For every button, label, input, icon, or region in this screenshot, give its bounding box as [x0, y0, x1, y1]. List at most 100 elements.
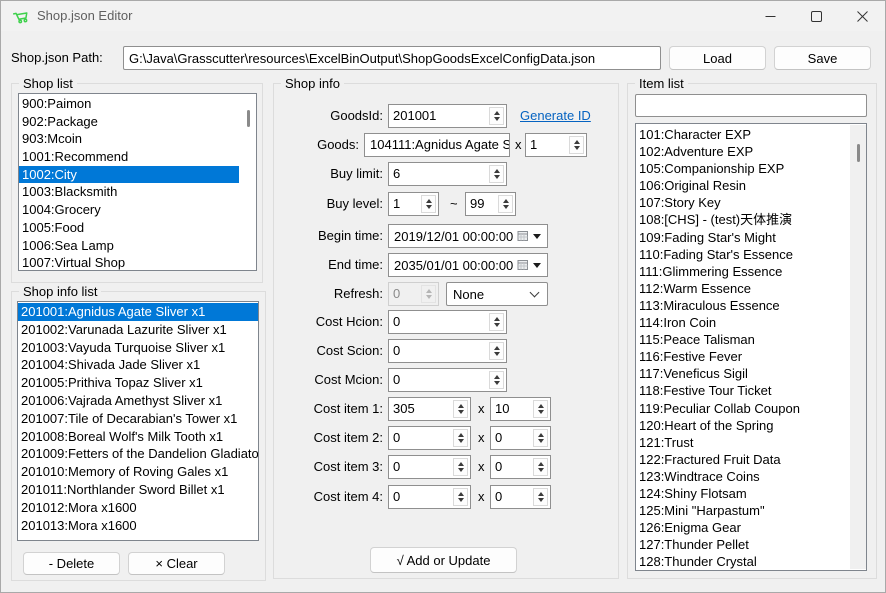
up-down-arrows-icon[interactable] — [533, 400, 548, 418]
cost-hcion-spinner[interactable]: 0 — [388, 310, 507, 334]
generate-id-link[interactable]: Generate ID — [520, 104, 591, 128]
shop-info-list-item[interactable]: 201011:Northlander Sword Billet x1 — [18, 481, 258, 499]
item-list-item[interactable]: 111:Glimmering Essence — [636, 263, 850, 280]
up-down-arrows-icon[interactable] — [489, 371, 504, 389]
cost-item-2-count-spinner[interactable]: 0 — [490, 426, 551, 450]
minimize-button[interactable] — [747, 1, 793, 31]
shop-info-list-item[interactable]: 201006:Vajrada Amethyst Sliver x1 — [18, 392, 258, 410]
item-list-item[interactable]: 124:Shiny Flotsam — [636, 485, 850, 502]
item-list-item[interactable]: 123:Windtrace Coins — [636, 468, 850, 485]
item-search-input[interactable] — [635, 94, 867, 117]
shop-list-item[interactable]: 1006:Sea Lamp — [19, 237, 239, 255]
shop-info-list-item[interactable]: 201007:Tile of Decarabian's Tower x1 — [18, 410, 258, 428]
item-list-item[interactable]: 112:Warm Essence — [636, 280, 850, 297]
shop-info-list-item[interactable]: 201003:Vayuda Turquoise Sliver x1 — [18, 339, 258, 357]
item-list-item[interactable]: 115:Peace Talisman — [636, 331, 850, 348]
item-list-item[interactable]: 121:Trust — [636, 434, 850, 451]
item-list-item[interactable]: 117:Veneficus Sigil — [636, 365, 850, 382]
shop-list-scrollbar[interactable] — [240, 95, 256, 269]
item-list-item[interactable]: 122:Fractured Fruit Data — [636, 451, 850, 468]
scrollbar-thumb[interactable] — [857, 144, 860, 162]
item-list-item[interactable]: 113:Miraculous Essence — [636, 297, 850, 314]
shop-list-item[interactable]: 1003:Blacksmith — [19, 183, 239, 201]
item-list-item[interactable]: 119:Peculiar Collab Coupon — [636, 400, 850, 417]
buy-level-min-spinner[interactable]: 1 — [388, 192, 439, 216]
item-list-item[interactable]: 128:Thunder Crystal — [636, 553, 850, 570]
shop-list-item[interactable]: 1002:City — [19, 166, 239, 184]
shop-list-item[interactable]: 900:Paimon — [19, 95, 239, 113]
buy-limit-spinner[interactable]: 6 — [388, 162, 507, 186]
cost-item-4-id-spinner[interactable]: 0 — [388, 485, 471, 509]
shop-info-list-item[interactable]: 201008:Boreal Wolf's Milk Tooth x1 — [18, 428, 258, 446]
shop-list-item[interactable]: 1007:Virtual Shop — [19, 254, 239, 271]
item-list-item[interactable]: 125:Mini "Harpastum" — [636, 502, 850, 519]
add-or-update-button[interactable]: √ Add or Update — [370, 547, 517, 573]
shop-info-list-item[interactable]: 201005:Prithiva Topaz Sliver x1 — [18, 374, 258, 392]
cost-mcion-spinner[interactable]: 0 — [388, 368, 507, 392]
cost-scion-spinner[interactable]: 0 — [388, 339, 507, 363]
goodsid-spinner[interactable]: 201001 — [388, 104, 507, 128]
goods-combobox[interactable]: 104111:Agnidus Agate Sliver — [364, 133, 510, 157]
shop-info-list[interactable]: 201001:Agnidus Agate Sliver x1201002:Var… — [17, 301, 259, 541]
scrollbar-thumb[interactable] — [247, 110, 250, 127]
maximize-button[interactable] — [793, 1, 839, 31]
cost-item-4-count-spinner[interactable]: 0 — [490, 485, 551, 509]
goods-count-spinner[interactable]: 1 — [525, 133, 587, 157]
shop-info-list-item[interactable]: 201009:Fetters of the Dandelion Gladiato… — [18, 445, 258, 463]
path-input[interactable] — [123, 46, 661, 70]
up-down-arrows-icon[interactable] — [489, 107, 504, 125]
delete-button[interactable]: - Delete — [23, 552, 120, 575]
item-list-item[interactable]: 126:Enigma Gear — [636, 519, 850, 536]
item-list-item[interactable]: 105:Companionship EXP — [636, 160, 850, 177]
up-down-arrows-icon[interactable] — [489, 313, 504, 331]
item-list-item[interactable]: 116:Festive Fever — [636, 348, 850, 365]
shop-list-item[interactable]: 1001:Recommend — [19, 148, 239, 166]
chevron-down-icon[interactable] — [533, 234, 541, 239]
up-down-arrows-icon[interactable] — [533, 429, 548, 447]
cost-item-3-id-spinner[interactable]: 0 — [388, 455, 471, 479]
item-list-item[interactable]: 108:[CHS] - (test)天体推演 — [636, 211, 850, 228]
up-down-arrows-icon[interactable] — [421, 195, 436, 213]
up-down-arrows-icon[interactable] — [498, 195, 513, 213]
up-down-arrows-icon[interactable] — [533, 488, 548, 506]
item-list-item[interactable]: 118:Festive Tour Ticket — [636, 382, 850, 399]
end-time-picker[interactable]: 2035/01/01 00:00:00 — [388, 253, 548, 277]
up-down-arrows-icon[interactable] — [489, 342, 504, 360]
up-down-arrows-icon[interactable] — [453, 458, 468, 476]
clear-button[interactable]: × Clear — [128, 552, 225, 575]
shop-list-item[interactable]: 902:Package — [19, 113, 239, 131]
shop-info-list-item[interactable]: 201013:Mora x1600 — [18, 517, 258, 535]
item-list-item[interactable]: 106:Original Resin — [636, 177, 850, 194]
item-list-item[interactable]: 110:Fading Star's Essence — [636, 246, 850, 263]
up-down-arrows-icon[interactable] — [453, 488, 468, 506]
shop-list[interactable]: 900:Paimon902:Package903:Mcoin1001:Recom… — [18, 93, 257, 271]
up-down-arrows-icon[interactable] — [453, 429, 468, 447]
shop-list-item[interactable]: 1005:Food — [19, 219, 239, 237]
item-list-item[interactable]: 101:Character EXP — [636, 126, 850, 143]
begin-time-picker[interactable]: 2019/12/01 00:00:00 — [388, 224, 548, 248]
shop-info-list-item[interactable]: 201010:Memory of Roving Gales x1 — [18, 463, 258, 481]
item-list[interactable]: 101:Character EXP102:Adventure EXP105:Co… — [635, 123, 867, 571]
shop-info-list-item[interactable]: 201012:Mora x1600 — [18, 499, 258, 517]
shop-info-list-item[interactable]: 201001:Agnidus Agate Sliver x1 — [18, 303, 258, 321]
shop-info-list-item[interactable]: 201002:Varunada Lazurite Sliver x1 — [18, 321, 258, 339]
shop-list-item[interactable]: 903:Mcoin — [19, 130, 239, 148]
item-list-scrollbar[interactable] — [850, 125, 866, 569]
cost-item-2-id-spinner[interactable]: 0 — [388, 426, 471, 450]
save-button[interactable]: Save — [774, 46, 871, 70]
item-list-item[interactable]: 107:Story Key — [636, 194, 850, 211]
cost-item-3-count-spinner[interactable]: 0 — [490, 455, 551, 479]
up-down-arrows-icon[interactable] — [533, 458, 548, 476]
shop-list-item[interactable]: 1004:Grocery — [19, 201, 239, 219]
item-list-item[interactable]: 102:Adventure EXP — [636, 143, 850, 160]
up-down-arrows-icon[interactable] — [569, 136, 584, 154]
shop-info-list-item[interactable]: 201004:Shivada Jade Sliver x1 — [18, 356, 258, 374]
cost-item-1-id-spinner[interactable]: 305 — [388, 397, 471, 421]
item-list-item[interactable]: 114:Iron Coin — [636, 314, 850, 331]
cost-item-1-count-spinner[interactable]: 10 — [490, 397, 551, 421]
title-bar[interactable]: Shop.json Editor — [1, 1, 885, 31]
load-button[interactable]: Load — [669, 46, 766, 70]
up-down-arrows-icon[interactable] — [453, 400, 468, 418]
refresh-mode-dropdown[interactable]: None — [446, 282, 548, 306]
close-button[interactable] — [839, 1, 885, 31]
